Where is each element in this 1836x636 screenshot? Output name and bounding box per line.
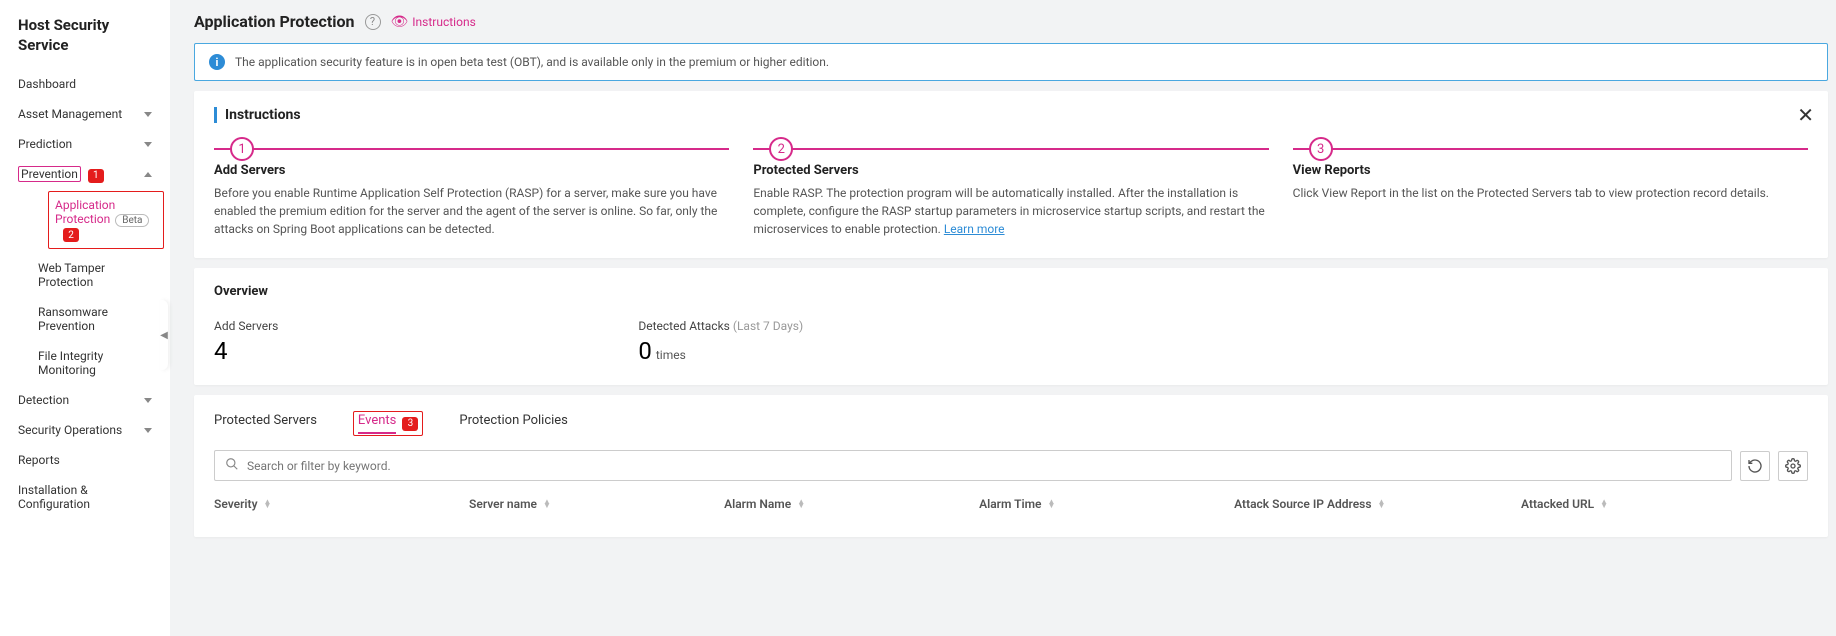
- callout-badge-1: 1: [88, 169, 104, 183]
- callout-outline-3: Events 3: [353, 411, 423, 436]
- close-icon[interactable]: ✕: [1797, 103, 1814, 127]
- nav-prevention-children: Application Protection Beta 2 Web Tamper…: [0, 191, 170, 386]
- events-table-header: Severity ▲▼ Server name ▲▼ Alarm Name ▲▼…: [214, 491, 1808, 517]
- nav-detection[interactable]: Detection: [0, 385, 170, 415]
- nav-application-protection[interactable]: Application Protection Beta 2: [49, 194, 163, 247]
- callout-outline-2: Application Protection Beta 2: [48, 191, 164, 250]
- sort-icon: ▲▼: [1600, 500, 1608, 508]
- learn-more-link[interactable]: Learn more: [944, 222, 1005, 236]
- nav-prevention[interactable]: Prevention 1: [0, 159, 170, 191]
- nav-security-operations[interactable]: Security Operations: [0, 415, 170, 445]
- sort-icon: ▲▼: [797, 500, 805, 508]
- callout-badge-3: 3: [402, 417, 418, 431]
- search-input[interactable]: [214, 450, 1732, 481]
- instructions-title: Instructions: [214, 107, 1808, 123]
- col-alarm-time[interactable]: Alarm Time ▲▼: [979, 497, 1234, 511]
- sort-icon: ▲▼: [1378, 500, 1386, 508]
- chevron-down-icon: [144, 398, 152, 403]
- step-add-servers: 1 Add Servers Before you enable Runtime …: [214, 137, 729, 238]
- main-content: Application Protection ? 👁 Instructions …: [170, 0, 1836, 636]
- product-title: Host Security Service: [0, 16, 170, 69]
- refresh-button[interactable]: [1740, 451, 1770, 481]
- chevron-down-icon: [144, 428, 152, 433]
- step-number-2: 2: [769, 137, 793, 161]
- info-banner: i The application security feature is in…: [194, 43, 1828, 81]
- chevron-up-icon: [144, 172, 152, 177]
- overview-card: Overview Add Servers 4 Detected Attacks …: [194, 268, 1828, 385]
- instructions-link[interactable]: 👁 Instructions: [391, 14, 476, 30]
- overview-add-servers: Add Servers 4: [214, 319, 278, 365]
- events-card: Protected Servers Events 3 Protection Po…: [194, 395, 1828, 537]
- help-icon[interactable]: ?: [365, 14, 381, 30]
- gear-icon: [1785, 458, 1801, 474]
- eye-icon: 👁: [391, 14, 409, 30]
- step-number-3: 3: [1309, 137, 1333, 161]
- step-number-1: 1: [230, 137, 254, 161]
- info-banner-text: The application security feature is in o…: [235, 55, 829, 69]
- instructions-card: Instructions ✕ 1 Add Servers Before you …: [194, 91, 1828, 258]
- col-attack-source-ip[interactable]: Attack Source IP Address ▲▼: [1234, 497, 1521, 511]
- sidebar-collapse-handle[interactable]: ◀: [160, 300, 168, 370]
- overview-title: Overview: [214, 284, 1808, 299]
- sort-icon: ▲▼: [1047, 500, 1055, 508]
- nav-reports[interactable]: Reports: [0, 445, 170, 475]
- nav-ransomware-prevention[interactable]: Ransomware Prevention: [28, 297, 170, 341]
- chevron-down-icon: [144, 142, 152, 147]
- nav-installation-configuration[interactable]: Installation & Configuration: [0, 475, 170, 519]
- refresh-icon: [1747, 458, 1763, 474]
- callout-badge-2: 2: [63, 228, 79, 242]
- col-attacked-url[interactable]: Attacked URL ▲▼: [1521, 497, 1808, 511]
- tabs: Protected Servers Events 3 Protection Po…: [214, 411, 1808, 436]
- search-icon: [225, 457, 239, 474]
- sort-icon: ▲▼: [264, 500, 272, 508]
- nav-dashboard[interactable]: Dashboard: [0, 69, 170, 99]
- step-view-reports: 3 View Reports Click View Report in the …: [1293, 137, 1808, 238]
- nav-asset-management[interactable]: Asset Management: [0, 99, 170, 129]
- info-icon: i: [209, 54, 225, 70]
- col-severity[interactable]: Severity ▲▼: [214, 497, 469, 511]
- sort-icon: ▲▼: [543, 500, 551, 508]
- tab-protection-policies[interactable]: Protection Policies: [459, 413, 568, 434]
- tab-events[interactable]: Events: [358, 413, 396, 434]
- chevron-down-icon: [144, 112, 152, 117]
- page-header: Application Protection ? 👁 Instructions: [194, 12, 1828, 33]
- settings-button[interactable]: [1778, 451, 1808, 481]
- sidebar: Host Security Service Dashboard Asset Ma…: [0, 0, 170, 636]
- instruction-steps: 1 Add Servers Before you enable Runtime …: [214, 137, 1808, 238]
- overview-detected-attacks: Detected Attacks (Last 7 Days) 0 times: [638, 319, 803, 365]
- step-protected-servers: 2 Protected Servers Enable RASP. The pro…: [753, 137, 1268, 238]
- nav-web-tamper-protection[interactable]: Web Tamper Protection: [28, 253, 170, 297]
- nav-file-integrity-monitoring[interactable]: File Integrity Monitoring: [28, 341, 170, 385]
- col-server-name[interactable]: Server name ▲▼: [469, 497, 724, 511]
- nav-prediction[interactable]: Prediction: [0, 129, 170, 159]
- col-alarm-name[interactable]: Alarm Name ▲▼: [724, 497, 979, 511]
- tab-protected-servers[interactable]: Protected Servers: [214, 413, 317, 434]
- page-title: Application Protection: [194, 12, 355, 31]
